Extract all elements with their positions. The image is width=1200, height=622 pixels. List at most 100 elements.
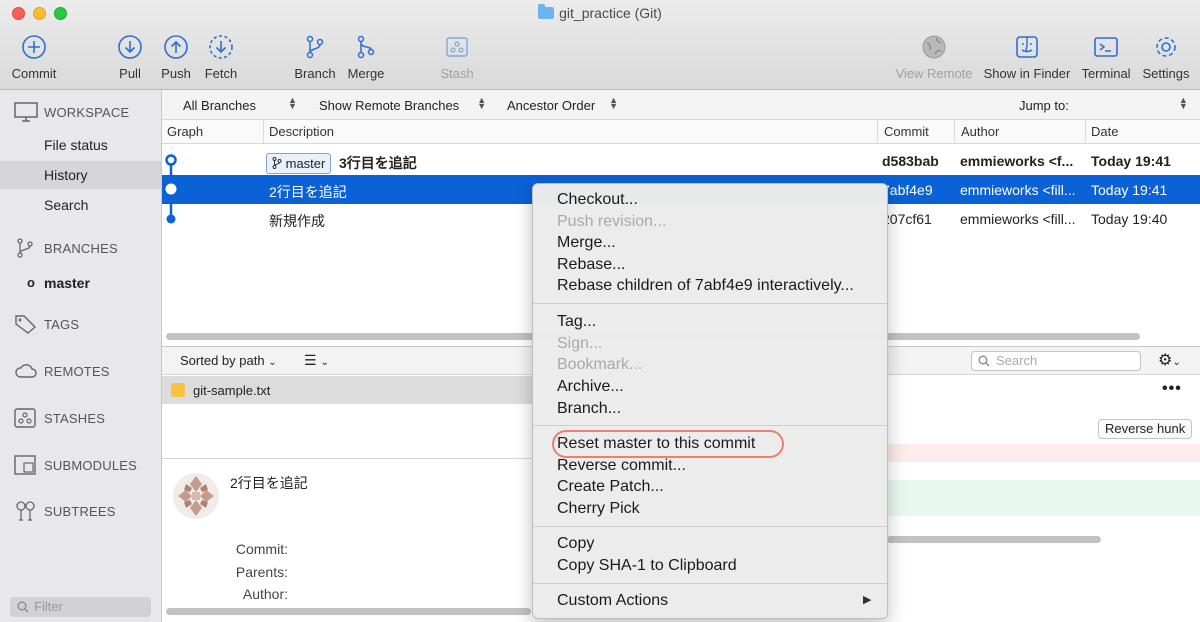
menu-item-copy[interactable]: Copy (557, 535, 594, 553)
diff-search-input[interactable]: Search (971, 351, 1141, 371)
sidebar-branches-header[interactable]: BRANCHES (14, 238, 118, 258)
stash-box-icon (14, 408, 36, 428)
sidebar-remotes-header[interactable]: REMOTES (14, 361, 110, 381)
subtree-icon (16, 501, 35, 521)
more-options-icon[interactable]: ••• (1162, 380, 1182, 398)
fetch-button[interactable]: Fetch (203, 34, 239, 81)
view-mode-select[interactable]: ☰ ⌄ (304, 352, 329, 369)
sidebar-filter-input[interactable]: Filter (10, 597, 151, 617)
terminal-icon (1093, 34, 1119, 60)
menu-item-merge[interactable]: Merge... (557, 234, 616, 252)
menu-item-checkout[interactable]: Checkout... (557, 191, 638, 209)
graph-node (166, 214, 176, 224)
sidebar: WORKSPACE File status History Search BRA… (0, 90, 162, 622)
highlight-annotation (552, 430, 784, 458)
branch-icon (302, 34, 328, 60)
stash-button[interactable]: Stash (438, 34, 476, 81)
column-graph[interactable]: Graph (167, 124, 203, 139)
diff-options-gear-icon[interactable]: ⚙⌄ (1158, 350, 1181, 370)
settings-button[interactable]: Settings (1140, 34, 1192, 81)
menu-item-copy-sha[interactable]: Copy SHA-1 to Clipboard (557, 557, 737, 575)
sidebar-subtrees-header[interactable]: SUBTREES (14, 501, 116, 521)
arrow-down-circle-icon (117, 34, 143, 60)
graph-node (165, 154, 177, 166)
menu-item-tag[interactable]: Tag... (557, 313, 596, 331)
arrow-up-circle-icon (163, 34, 189, 60)
jump-to-select[interactable]: Jump to: ▲ ▼ (1019, 95, 1188, 114)
list-icon: ☰ (304, 352, 317, 368)
show-in-finder-button[interactable]: Show in Finder (981, 34, 1073, 81)
tag-icon (15, 315, 37, 334)
parents-label: Parents: (235, 564, 288, 580)
monitor-icon (14, 102, 38, 122)
commit-context-menu: Checkout... Push revision... Merge... Re… (532, 183, 888, 619)
menu-item-push-revision: Push revision... (557, 213, 667, 230)
branch-filter-select[interactable]: All Branches ▲ ▼ (183, 95, 297, 114)
current-branch-dot-icon: o (27, 275, 35, 290)
title-toolbar: git_practice (Git) Commit Pull Push Fetc… (0, 0, 1200, 90)
column-date[interactable]: Date (1091, 124, 1118, 139)
remote-branches-select[interactable]: Show Remote Branches ▲ ▼ (319, 95, 487, 114)
gear-icon (1153, 34, 1179, 60)
menu-item-rebase[interactable]: Rebase... (557, 256, 625, 274)
plus-circle-icon (21, 34, 47, 60)
terminal-button[interactable]: Terminal (1079, 34, 1133, 81)
updown-chevron-icon: ▲ ▼ (609, 95, 619, 111)
menu-item-cherry-pick[interactable]: Cherry Pick (557, 500, 640, 518)
branch-icon (17, 238, 33, 258)
file-list-item[interactable]: git-sample.txt (162, 376, 537, 404)
commit-list-header: Graph Description Commit Author Date (162, 120, 1200, 144)
chevron-down-icon: ⌄ (320, 357, 329, 368)
updown-chevron-icon: ▲ ▼ (477, 95, 487, 111)
commit-graph (165, 154, 177, 224)
sidebar-submodules-header[interactable]: SUBMODULES (14, 455, 137, 475)
merge-button[interactable]: Merge (346, 34, 386, 81)
window-title: git_practice (Git) (0, 4, 1200, 21)
column-author[interactable]: Author (961, 124, 999, 139)
push-button[interactable]: Push (160, 34, 192, 81)
submenu-arrow-icon: ▶ (863, 594, 872, 606)
cloud-icon (15, 364, 37, 378)
view-remote-button[interactable]: View Remote (893, 34, 975, 81)
branch-icon (272, 157, 282, 169)
sidebar-workspace-header[interactable]: WORKSPACE (14, 102, 129, 122)
branch-button[interactable]: Branch (294, 34, 336, 81)
menu-item-rebase-interactive[interactable]: Rebase children of 7abf4e9 interactively… (557, 277, 854, 295)
sidebar-item-history[interactable]: History (0, 161, 161, 189)
column-description[interactable]: Description (269, 124, 334, 139)
menu-item-sign: Sign... (557, 335, 603, 352)
author-label: Author: (242, 586, 288, 602)
sidebar-item-file-status[interactable]: File status (0, 131, 161, 159)
menu-item-branch[interactable]: Branch... (557, 400, 621, 418)
graph-node (165, 183, 177, 195)
sort-select[interactable]: Sorted by path ⌄ (180, 353, 277, 368)
folder-icon (538, 4, 555, 19)
updown-chevron-icon: ▲ ▼ (1178, 95, 1188, 111)
search-icon (17, 601, 29, 613)
submodule-icon (14, 455, 36, 475)
branch-label-master[interactable]: master (266, 153, 332, 174)
sidebar-item-master[interactable]: o master (0, 269, 161, 297)
order-select[interactable]: Ancestor Order ▲ ▼ (507, 95, 619, 114)
commit-detail-title: 2行目を追記 (230, 475, 308, 491)
fetch-dashed-circle-icon (208, 34, 234, 60)
menu-item-reverse-commit[interactable]: Reverse commit... (557, 457, 686, 475)
sidebar-stashes-header[interactable]: STASHES (14, 408, 105, 428)
history-filter-bar: All Branches ▲ ▼ Show Remote Branches ▲ ▼ An… (162, 90, 1200, 120)
stash-box-icon (444, 34, 470, 60)
menu-item-create-patch[interactable]: Create Patch... (557, 478, 664, 496)
menu-item-archive[interactable]: Archive... (557, 378, 624, 396)
commit-row[interactable]: master 3行目を追記 d583bab emmieworks <f... T… (162, 146, 1200, 175)
menu-item-custom-actions[interactable]: Custom Actions (557, 592, 668, 610)
detail-scrollbar[interactable] (166, 608, 531, 615)
updown-chevron-icon: ▲ ▼ (287, 95, 297, 111)
pull-button[interactable]: Pull (115, 34, 145, 81)
commit-button[interactable]: Commit (10, 34, 58, 81)
pane-divider (162, 458, 537, 459)
column-commit[interactable]: Commit (884, 124, 929, 139)
diff-scrollbar[interactable] (887, 536, 1101, 543)
sidebar-tags-header[interactable]: TAGS (14, 314, 79, 334)
sidebar-item-search[interactable]: Search (0, 191, 161, 219)
globe-icon (921, 34, 947, 60)
reverse-hunk-button[interactable]: Reverse hunk (1098, 419, 1193, 439)
